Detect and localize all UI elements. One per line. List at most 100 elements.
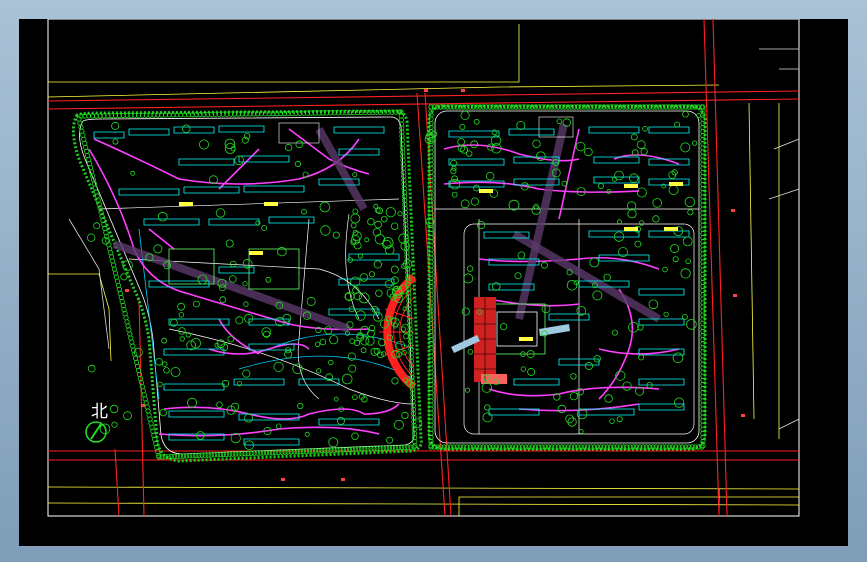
tree-symbol xyxy=(566,279,578,291)
tree-symbol xyxy=(117,290,123,296)
tree-symbol xyxy=(152,436,158,442)
tree-symbol xyxy=(516,121,526,131)
tree-symbol xyxy=(672,256,679,263)
tree-symbol xyxy=(148,420,154,426)
tree-symbol xyxy=(163,367,170,374)
tree-symbol xyxy=(674,121,681,128)
tree-symbol xyxy=(292,363,303,375)
tree-symbol xyxy=(306,296,316,306)
tree-symbol xyxy=(349,338,355,344)
tree-symbol xyxy=(353,292,362,301)
tree-symbol xyxy=(328,359,334,366)
tree-symbol xyxy=(682,313,688,320)
tree-symbol xyxy=(161,337,168,344)
tree-symbol xyxy=(638,354,645,361)
tree-symbol xyxy=(609,418,615,424)
tree-symbol xyxy=(112,138,119,145)
tree-symbol xyxy=(682,236,693,247)
tree-symbol xyxy=(332,231,340,239)
tree-symbol xyxy=(304,431,310,437)
tree-symbol xyxy=(467,349,474,355)
tree-symbol xyxy=(473,118,480,125)
tree-symbol xyxy=(111,121,120,130)
tree-symbol xyxy=(301,208,307,215)
tree-symbol xyxy=(686,319,697,330)
tree-symbol xyxy=(124,319,130,325)
tree-symbol xyxy=(276,423,282,429)
tree-symbol xyxy=(328,437,339,448)
tree-symbol xyxy=(561,180,568,187)
tree-symbol xyxy=(353,241,362,250)
tree-symbol xyxy=(284,350,293,359)
tree-symbol xyxy=(368,271,375,278)
tree-symbol xyxy=(120,273,128,281)
tree-symbol xyxy=(611,329,618,336)
tree-symbol xyxy=(215,208,226,218)
tree-symbol xyxy=(177,302,186,311)
tree-symbol xyxy=(570,373,577,380)
tree-symbol xyxy=(227,335,235,343)
tree-symbol xyxy=(652,198,662,208)
tree-symbol xyxy=(461,307,470,316)
tree-symbol xyxy=(391,222,399,230)
tree-symbol xyxy=(364,237,370,243)
window-frame: 北 xyxy=(0,0,867,562)
tree-symbol xyxy=(373,260,382,269)
tree-symbol xyxy=(157,211,168,222)
tree-symbol xyxy=(680,142,691,153)
tree-symbol xyxy=(481,382,493,393)
tree-symbol xyxy=(135,363,141,369)
tree-symbol xyxy=(411,444,417,450)
tree-symbol xyxy=(348,364,357,373)
tree-symbol xyxy=(611,176,617,182)
tree-symbol xyxy=(589,257,600,268)
tree-symbol xyxy=(192,300,200,308)
tree-symbol xyxy=(161,361,168,368)
tree-symbol xyxy=(476,221,486,230)
tree-symbol xyxy=(130,343,136,349)
tree-symbol xyxy=(685,258,691,265)
tree-symbol xyxy=(123,315,129,321)
tree-symbol xyxy=(463,273,474,284)
tree-symbol xyxy=(145,408,151,414)
tree-symbol xyxy=(687,209,694,216)
tree-symbol xyxy=(111,421,118,428)
tree-symbol xyxy=(367,217,375,226)
tree-symbol xyxy=(459,124,466,130)
tree-symbol xyxy=(179,336,185,342)
tree-symbol xyxy=(384,280,393,288)
tree-symbol xyxy=(244,413,254,423)
tree-symbol xyxy=(154,444,160,451)
tree-symbol xyxy=(319,201,331,213)
tree-symbol xyxy=(225,239,234,248)
tree-symbol xyxy=(473,184,480,192)
tree-symbol xyxy=(261,225,268,231)
tree-symbol xyxy=(324,326,333,335)
tree-symbol xyxy=(102,225,108,232)
tree-symbol xyxy=(684,196,696,208)
tree-symbol xyxy=(527,367,536,376)
tree-symbol xyxy=(470,197,479,206)
tree-symbol xyxy=(351,394,358,401)
tree-symbol xyxy=(375,289,383,297)
tree-symbol xyxy=(84,148,90,154)
tree-symbol xyxy=(121,306,127,313)
context-lines xyxy=(47,24,800,516)
tree-symbol xyxy=(386,288,396,298)
tree-symbol xyxy=(451,191,458,198)
cad-viewport[interactable]: 北 xyxy=(19,19,848,546)
tree-symbol xyxy=(157,381,163,387)
tree-symbol xyxy=(352,172,358,178)
tree-symbol xyxy=(486,171,495,181)
tree-symbol xyxy=(603,273,611,282)
tree-symbol xyxy=(319,338,327,346)
tree-symbol xyxy=(531,205,541,215)
tree-symbol xyxy=(320,225,331,236)
tree-symbol xyxy=(316,368,322,374)
tree-symbol xyxy=(386,436,394,444)
tree-symbol xyxy=(627,209,637,219)
tree-symbol xyxy=(680,268,691,279)
tree-symbol xyxy=(575,141,586,152)
tree-symbol xyxy=(569,392,579,401)
tree-symbol xyxy=(182,124,191,133)
